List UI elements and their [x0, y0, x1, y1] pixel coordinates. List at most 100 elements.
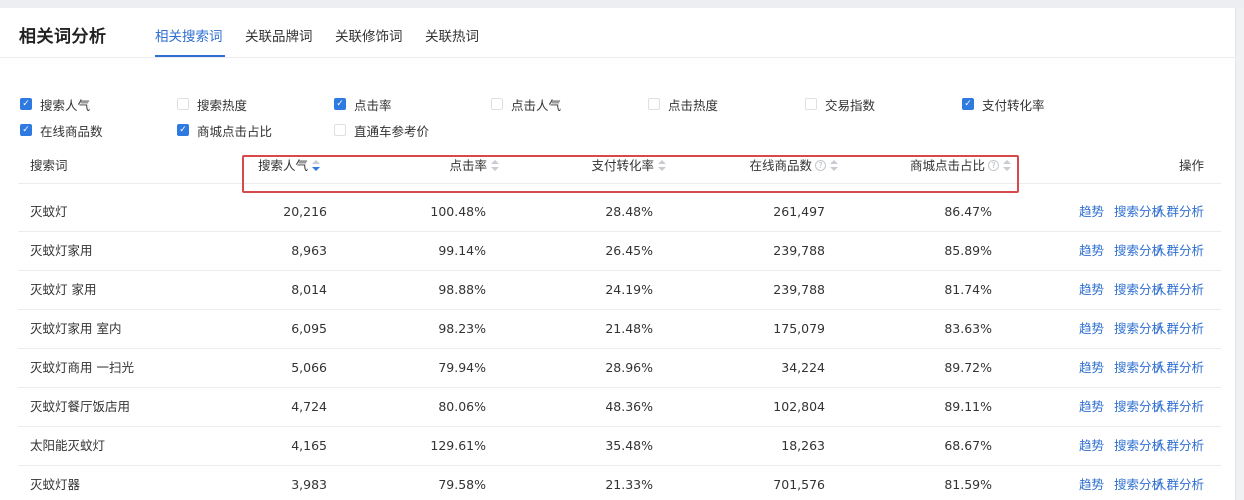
cell-popularity: 8,014 [291, 282, 327, 297]
table-row: 灭蚊灯器 3,983 79.58% 21.33% 701,576 81.59% 趋势 搜索分析… [18, 466, 1221, 500]
checkbox-unchecked-icon[interactable] [805, 98, 817, 110]
checkbox-checked-icon[interactable]: ✓ [334, 98, 346, 110]
checkbox-checked-icon[interactable]: ✓ [962, 98, 974, 110]
trend-link[interactable]: 趋势 [1079, 427, 1104, 465]
cell-ctr: 79.94% [438, 360, 486, 375]
tab-related-search-words[interactable]: 相关搜索词 [155, 25, 223, 45]
cell-online-items: 102,804 [773, 399, 825, 414]
filter-checkbox[interactable]: 直通车参考价 [334, 122, 430, 139]
cell-ctr: 129.61% [430, 438, 486, 453]
filter-label: 交易指数 [825, 97, 876, 113]
filter-label: 直通车参考价 [354, 123, 430, 139]
crowd-analysis-link[interactable]: 人群分析 [1154, 232, 1204, 270]
panel-title: 相关词分析 [19, 27, 107, 47]
sort-icon[interactable] [491, 159, 499, 172]
cell-popularity: 5,066 [291, 360, 327, 375]
cell-mall-click-ratio: 81.59% [944, 477, 992, 492]
panel-header: 相关词分析 相关搜索词 关联品牌词 关联修饰词 关联热词 [0, 8, 1236, 58]
sort-icon[interactable] [658, 159, 666, 172]
crowd-analysis-link[interactable]: 人群分析 [1154, 193, 1204, 231]
checkbox-unchecked-icon[interactable] [177, 98, 189, 110]
scrollbar-track[interactable] [1236, 8, 1244, 500]
filter-checkbox[interactable]: ✓ 搜索人气 [20, 96, 91, 113]
sort-icon[interactable] [1003, 159, 1011, 172]
filter-checkbox[interactable]: ✓ 点击率 [334, 96, 392, 113]
tab-related-hot-words[interactable]: 关联热词 [425, 25, 479, 45]
filter-checkbox[interactable]: ✓ 商城点击占比 [177, 122, 272, 139]
cell-mall-click-ratio: 83.63% [944, 321, 992, 336]
column-header-ctr-label: 点击率 [449, 158, 487, 173]
cell-keyword: 灭蚊灯家用 室内 [30, 321, 122, 336]
cell-keyword: 灭蚊灯 家用 [30, 282, 97, 297]
cell-conversion: 48.36% [605, 399, 653, 414]
cell-keyword: 灭蚊灯 [30, 204, 68, 219]
tab-related-modifier-words[interactable]: 关联修饰词 [335, 25, 403, 45]
trend-link[interactable]: 趋势 [1079, 193, 1104, 231]
cell-online-items: 239,788 [773, 243, 825, 258]
cell-popularity: 3,983 [291, 477, 327, 492]
column-header-mall-click-ratio[interactable]: 商城点击占比? [910, 148, 1011, 184]
column-header-keyword: 搜索词 [30, 158, 68, 173]
cell-keyword: 灭蚊灯商用 一扫光 [30, 360, 134, 375]
cell-online-items: 261,497 [773, 204, 825, 219]
sort-icon[interactable] [830, 159, 838, 172]
checkbox-checked-icon[interactable]: ✓ [177, 124, 189, 136]
cell-online-items: 18,263 [781, 438, 825, 453]
trend-link[interactable]: 趋势 [1079, 310, 1104, 348]
filter-label: 点击热度 [668, 97, 719, 113]
cell-ctr: 98.88% [438, 282, 486, 297]
cell-conversion: 26.45% [605, 243, 653, 258]
filter-checkbox[interactable]: 点击热度 [648, 96, 719, 113]
cell-online-items: 239,788 [773, 282, 825, 297]
trend-link[interactable]: 趋势 [1079, 388, 1104, 426]
filter-checkbox[interactable]: 搜索热度 [177, 96, 247, 113]
column-header-mall-ratio-label: 商城点击占比 [909, 158, 985, 173]
column-header-online-label: 在线商品数 [749, 158, 812, 173]
help-icon[interactable]: ? [815, 160, 826, 171]
cell-popularity: 8,963 [291, 243, 327, 258]
cell-online-items: 34,224 [781, 360, 825, 375]
cell-online-items: 175,079 [773, 321, 825, 336]
checkbox-checked-icon[interactable]: ✓ [20, 124, 32, 136]
trend-link[interactable]: 趋势 [1079, 466, 1104, 500]
filter-label: 支付转化率 [982, 97, 1045, 113]
column-header-conversion[interactable]: 支付转化率 [591, 148, 666, 184]
trend-link[interactable]: 趋势 [1079, 232, 1104, 270]
crowd-analysis-link[interactable]: 人群分析 [1154, 310, 1204, 348]
checkbox-checked-icon[interactable]: ✓ [20, 98, 32, 110]
cell-mall-click-ratio: 86.47% [944, 204, 992, 219]
filter-checkbox[interactable]: ✓ 在线商品数 [20, 122, 103, 139]
table-row: 太阳能灭蚊灯 4,165 129.61% 35.48% 18,263 68.67% 趋势 搜索… [18, 427, 1221, 466]
checkbox-unchecked-icon[interactable] [334, 124, 346, 136]
crowd-analysis-link[interactable]: 人群分析 [1154, 466, 1204, 500]
checkbox-unchecked-icon[interactable] [491, 98, 503, 110]
sort-icon[interactable] [312, 159, 321, 172]
cell-keyword: 太阳能灭蚊灯 [30, 438, 106, 453]
table-row: 灭蚊灯餐厅饭店用 4,724 80.06% 48.36% 102,804 89.11% 趋势… [18, 388, 1221, 427]
cell-ctr: 99.14% [438, 243, 486, 258]
filter-label: 搜索人气 [40, 97, 91, 113]
cell-keyword: 灭蚊灯家用 [30, 243, 93, 258]
trend-link[interactable]: 趋势 [1079, 271, 1104, 309]
cell-popularity: 6,095 [291, 321, 327, 336]
column-header-conversion-label: 支付转化率 [591, 158, 654, 173]
cell-ctr: 98.23% [438, 321, 486, 336]
filter-checkbox[interactable]: ✓ 支付转化率 [962, 96, 1045, 113]
trend-link[interactable]: 趋势 [1079, 349, 1104, 387]
cell-popularity: 4,165 [291, 438, 327, 453]
filter-checkbox[interactable]: 点击人气 [491, 96, 561, 113]
cell-popularity: 20,216 [283, 204, 327, 219]
checkbox-unchecked-icon[interactable] [648, 98, 660, 110]
crowd-analysis-link[interactable]: 人群分析 [1154, 427, 1204, 465]
column-header-online-items[interactable]: 在线商品数? [749, 148, 838, 184]
crowd-analysis-link[interactable]: 人群分析 [1154, 388, 1204, 426]
help-icon[interactable]: ? [988, 160, 999, 171]
crowd-analysis-link[interactable]: 人群分析 [1154, 271, 1204, 309]
crowd-analysis-link[interactable]: 人群分析 [1154, 349, 1204, 387]
column-header-popularity[interactable]: 搜索人气 [258, 148, 321, 184]
tab-related-brand-words[interactable]: 关联品牌词 [245, 25, 313, 45]
filter-checkbox[interactable]: 交易指数 [805, 96, 876, 113]
table-header: 搜索词 搜索人气 点击率 支付转化率 在线商品数? 商城点击占比? 操作 [18, 148, 1221, 184]
column-header-ctr[interactable]: 点击率 [449, 148, 499, 184]
cell-conversion: 28.96% [605, 360, 653, 375]
